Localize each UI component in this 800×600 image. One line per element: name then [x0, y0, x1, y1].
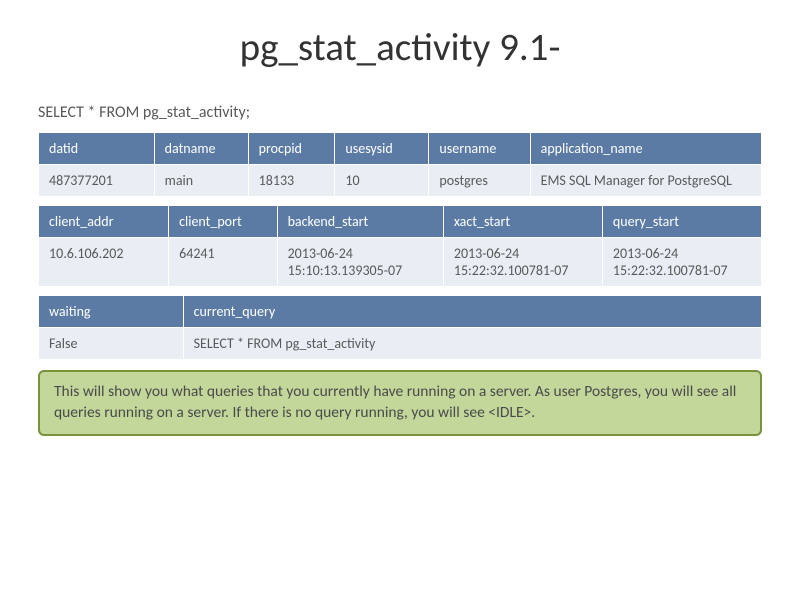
cell: postgres	[429, 165, 530, 197]
result-table-1: datid datname procpid usesysid username …	[38, 132, 762, 197]
col-header: username	[429, 133, 530, 165]
sql-query: SELECT * FROM pg_stat_activity;	[38, 103, 762, 122]
col-header: usesysid	[335, 133, 429, 165]
col-header: client_addr	[39, 206, 169, 238]
col-header: current_query	[183, 296, 761, 328]
table-header-row: waiting current_query	[39, 296, 762, 328]
col-header: application_name	[530, 133, 761, 165]
cell: 2013-06-24 15:22:32.100781-07	[602, 238, 761, 287]
result-table-3: waiting current_query False SELECT * FRO…	[38, 295, 762, 360]
col-header: waiting	[39, 296, 184, 328]
col-header: client_port	[169, 206, 277, 238]
cell: 2013-06-24 15:22:32.100781-07	[443, 238, 602, 287]
cell: 487377201	[39, 165, 155, 197]
cell: 10	[335, 165, 429, 197]
info-callout: This will show you what queries that you…	[38, 370, 762, 436]
cell: 64241	[169, 238, 277, 287]
slide-title: pg_stat_activity 9.1-	[38, 24, 762, 71]
slide-container: pg_stat_activity 9.1- SELECT * FROM pg_s…	[0, 0, 800, 436]
cell: 10.6.106.202	[39, 238, 169, 287]
col-header: backend_start	[277, 206, 443, 238]
col-header: procpid	[248, 133, 335, 165]
table-row: 487377201 main 18133 10 postgres EMS SQL…	[39, 165, 762, 197]
cell: 18133	[248, 165, 335, 197]
col-header: xact_start	[443, 206, 602, 238]
cell: False	[39, 328, 184, 360]
table-row: 10.6.106.202 64241 2013-06-24 15:10:13.1…	[39, 238, 762, 287]
table-header-row: datid datname procpid usesysid username …	[39, 133, 762, 165]
table-header-row: client_addr client_port backend_start xa…	[39, 206, 762, 238]
col-header: datname	[154, 133, 248, 165]
cell: SELECT * FROM pg_stat_activity	[183, 328, 761, 360]
cell: main	[154, 165, 248, 197]
col-header: datid	[39, 133, 155, 165]
col-header: query_start	[602, 206, 761, 238]
cell: 2013-06-24 15:10:13.139305-07	[277, 238, 443, 287]
result-table-2: client_addr client_port backend_start xa…	[38, 205, 762, 287]
table-row: False SELECT * FROM pg_stat_activity	[39, 328, 762, 360]
cell: EMS SQL Manager for PostgreSQL	[530, 165, 761, 197]
